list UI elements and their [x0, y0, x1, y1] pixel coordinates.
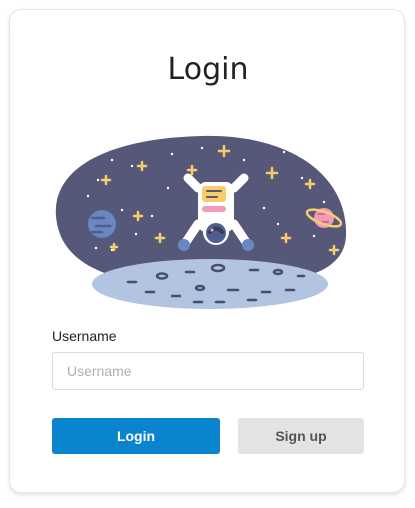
page-title: Login: [167, 52, 249, 87]
signup-button[interactable]: Sign up: [238, 418, 364, 454]
login-button[interactable]: Login: [52, 418, 220, 454]
moon-surface: [92, 259, 328, 309]
login-card: Login Username Username Login Sign up: [9, 9, 405, 493]
astronaut-space-illustration: [55, 135, 347, 309]
username-label: Username: [52, 328, 117, 344]
planet-left-icon: [88, 210, 116, 238]
username-input[interactable]: [52, 352, 364, 390]
